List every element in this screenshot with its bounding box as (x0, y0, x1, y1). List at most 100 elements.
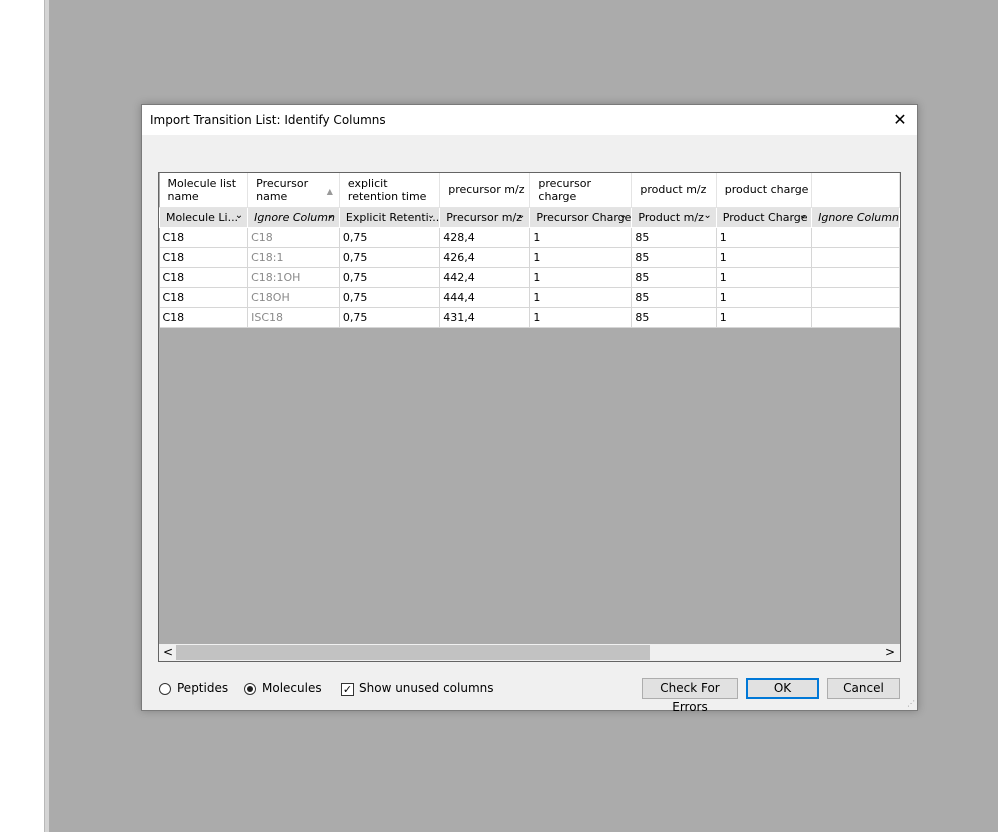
chevron-down-icon[interactable]: ⌄ (427, 210, 435, 221)
check-errors-button[interactable]: Check For Errors (642, 678, 738, 714)
table-cell[interactable]: C18 (159, 247, 249, 268)
table-cell[interactable]: 1 (529, 267, 633, 288)
column-header-label: explicit retention time (347, 176, 427, 203)
show-unused-label[interactable]: Show unused columns (359, 681, 494, 695)
molecules-radio[interactable] (244, 683, 256, 695)
show-unused-checkbox[interactable]: ✓ (341, 683, 354, 696)
table-cell[interactable]: 442,4 (439, 267, 531, 288)
table-cell[interactable]: 85 (631, 227, 717, 248)
scroll-right-icon[interactable]: > (885, 645, 895, 659)
left-panel (0, 0, 44, 832)
table-cell[interactable] (811, 307, 900, 328)
table-cell[interactable]: 0,75 (339, 267, 441, 288)
table-cell[interactable]: ISC18 (247, 307, 340, 328)
chevron-down-icon[interactable]: ⌄ (703, 210, 711, 221)
table-cell[interactable]: 1 (716, 307, 813, 328)
column-header-label: Precursor name (256, 176, 309, 203)
sort-ascending-icon: ▲ (326, 187, 333, 196)
table-cell[interactable]: C18OH (247, 287, 340, 308)
table-cell[interactable]: 444,4 (439, 287, 531, 308)
column-type-dropdown[interactable]: Ignore Column ⌄ (247, 206, 340, 228)
chevron-down-icon[interactable]: ⌄ (619, 210, 627, 221)
column-type-dropdown[interactable]: Molecule Li... ⌄ (159, 206, 249, 228)
column-type-dropdown[interactable]: Product Charge ⌄ (715, 206, 813, 228)
column-header[interactable]: precursor m/z (439, 173, 531, 208)
table-row[interactable]: C18 ISC18 0,75 431,4 1 85 1 (159, 307, 900, 328)
cancel-button[interactable]: Cancel (827, 678, 900, 699)
table-cell[interactable]: 0,75 (339, 247, 441, 268)
chevron-down-icon[interactable]: ⌄ (235, 210, 243, 221)
column-type-dropdown[interactable]: Precursor Charge ⌄ (529, 206, 633, 228)
table-cell[interactable]: C18:1 (247, 247, 340, 268)
peptides-radio[interactable] (159, 683, 171, 695)
dropdown-value: Explicit Retenti... (345, 210, 440, 224)
columns-grid[interactable]: Molecule list name Precursor name ▲ explici… (158, 172, 901, 662)
table-cell[interactable]: C18 (159, 287, 249, 308)
column-header[interactable]: explicit retention time (339, 173, 441, 208)
column-header-label: precursor m/z (448, 183, 525, 197)
table-cell[interactable]: 1 (716, 267, 813, 288)
table-cell[interactable]: 0,75 (339, 287, 441, 308)
table-cell[interactable] (811, 227, 900, 248)
column-header[interactable]: Precursor name ▲ (247, 173, 340, 208)
table-cell[interactable]: 431,4 (439, 307, 531, 328)
ok-button[interactable]: OK (746, 678, 819, 699)
column-type-dropdown[interactable]: Explicit Retenti... ⌄ (338, 206, 441, 228)
dropdown-value: Molecule Li... (166, 210, 239, 224)
table-cell[interactable]: 1 (529, 307, 633, 328)
column-header[interactable]: product m/z (631, 173, 717, 208)
column-type-dropdown[interactable]: Precursor m/z ⌄ (439, 206, 531, 228)
table-cell[interactable]: C18 (159, 307, 249, 328)
header-row: Molecule list name Precursor name ▲ explici… (159, 173, 900, 208)
chevron-down-icon[interactable]: ⌄ (799, 210, 807, 221)
table-cell[interactable]: 0,75 (339, 307, 441, 328)
table-cell[interactable]: 1 (716, 287, 813, 308)
column-header[interactable]: precursor charge (529, 173, 633, 208)
table-cell[interactable] (811, 267, 900, 288)
table-cell[interactable]: C18:1OH (247, 267, 340, 288)
column-header-label: product charge (724, 183, 809, 197)
table-cell[interactable]: 85 (631, 307, 717, 328)
table-cell[interactable]: 1 (716, 247, 813, 268)
horizontal-scrollbar[interactable]: < > (159, 644, 900, 661)
table-cell[interactable] (811, 247, 900, 268)
close-icon[interactable]: ✕ (883, 105, 917, 135)
table-cell[interactable]: C18 (159, 267, 249, 288)
table-cell[interactable]: 85 (631, 267, 717, 288)
column-header[interactable]: Molecule list name (159, 173, 249, 208)
table-row[interactable]: C18 C18:1 0,75 426,4 1 85 1 (159, 247, 900, 268)
table-row[interactable]: C18 C18 0,75 428,4 1 85 1 (159, 227, 900, 248)
table-cell[interactable]: 1 (716, 227, 813, 248)
table-cell[interactable]: 1 (529, 227, 633, 248)
table-cell[interactable]: C18 (247, 227, 340, 248)
table-cell[interactable]: 0,75 (339, 227, 441, 248)
scroll-left-icon[interactable]: < (163, 645, 173, 659)
molecules-label[interactable]: Molecules (262, 681, 322, 695)
column-header-label: precursor charge (538, 176, 591, 203)
dropdown-value: Product m/z (638, 210, 704, 224)
column-type-dropdown[interactable]: Ignore Column (811, 206, 900, 228)
dialog-titlebar: Import Transition List: Identify Columns… (142, 105, 917, 135)
table-row[interactable]: C18 C18OH 0,75 444,4 1 85 1 (159, 287, 900, 308)
column-header[interactable]: product charge (716, 173, 813, 208)
dropdown-value: Ignore Column (818, 210, 899, 224)
table-cell[interactable]: 426,4 (439, 247, 531, 268)
table-cell[interactable]: 1 (529, 247, 633, 268)
table-row[interactable]: C18 C18:1OH 0,75 442,4 1 85 1 (159, 267, 900, 288)
chevron-down-icon[interactable]: ⌄ (327, 210, 335, 221)
table-cell[interactable]: C18 (159, 227, 249, 248)
table-cell[interactable] (811, 287, 900, 308)
column-type-dropdown[interactable]: Product m/z ⌄ (631, 206, 717, 228)
column-type-row: Molecule Li... ⌄ Ignore Column ⌄ Explicit Re… (159, 206, 900, 228)
peptides-label[interactable]: Peptides (177, 681, 228, 695)
column-header[interactable] (811, 173, 900, 208)
table-cell[interactable]: 1 (529, 287, 633, 308)
table-cell[interactable]: 428,4 (439, 227, 531, 248)
table-cell[interactable]: 85 (631, 287, 717, 308)
chevron-down-icon[interactable]: ⌄ (517, 210, 525, 221)
dropdown-value: Ignore Column (254, 210, 335, 224)
resize-grip-icon[interactable]: ⋰ (907, 699, 915, 708)
table-cell[interactable]: 85 (631, 247, 717, 268)
grid-table: Molecule list name Precursor name ▲ explici… (159, 173, 900, 328)
scroll-thumb[interactable] (176, 645, 650, 660)
